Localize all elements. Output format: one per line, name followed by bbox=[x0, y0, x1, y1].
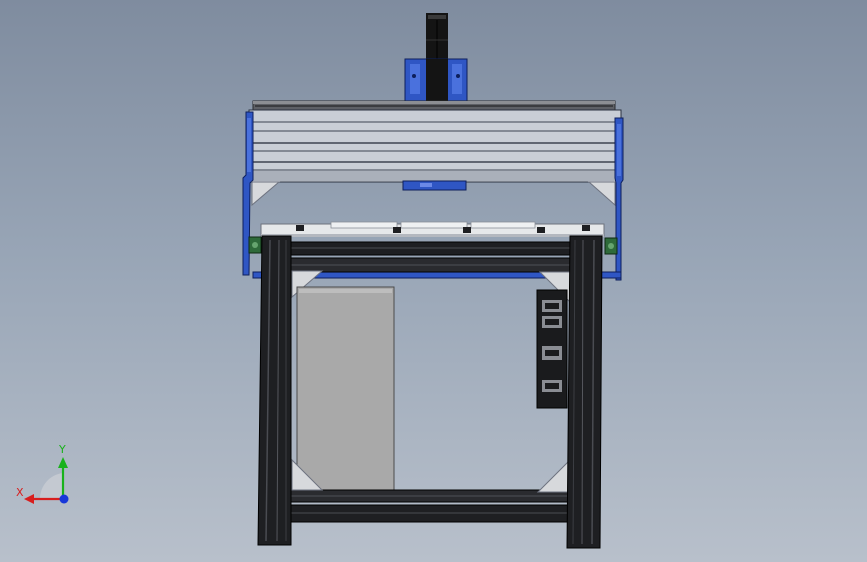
bearing-right bbox=[604, 237, 618, 255]
electronics-panel bbox=[296, 286, 395, 491]
gantry-gusset-left bbox=[251, 181, 281, 207]
frame-leg-left bbox=[257, 235, 292, 546]
frame-gusset-lower-right bbox=[536, 460, 569, 493]
gantry-gusset-right bbox=[587, 181, 616, 207]
table-top bbox=[260, 221, 605, 237]
z-axis-motor-mount bbox=[404, 58, 468, 102]
graphics-viewport[interactable]: X Y bbox=[0, 0, 867, 562]
x-axis-label: X bbox=[16, 486, 24, 499]
frame-lower-crossbar bbox=[284, 489, 576, 523]
center-carriage-block bbox=[402, 180, 467, 191]
axis-triad-graphic bbox=[24, 457, 69, 504]
cable-drag-chain bbox=[536, 289, 568, 409]
y-axis-arrowhead bbox=[58, 457, 68, 468]
frame-upper-crossbar bbox=[284, 241, 576, 273]
frame-leg-right bbox=[566, 235, 603, 549]
axis-triad: X Y bbox=[14, 440, 84, 510]
y-axis-label: Y bbox=[59, 443, 66, 456]
bearing-left bbox=[248, 236, 262, 254]
cnc-router-model[interactable] bbox=[0, 0, 867, 562]
gantry-rack bbox=[252, 100, 616, 111]
z-axis-dot bbox=[59, 494, 69, 504]
gantry-beam bbox=[248, 109, 622, 183]
triad-plane-shading bbox=[39, 473, 63, 499]
gantry-side-plate-right bbox=[614, 117, 624, 281]
x-axis-arrowhead bbox=[24, 494, 34, 504]
